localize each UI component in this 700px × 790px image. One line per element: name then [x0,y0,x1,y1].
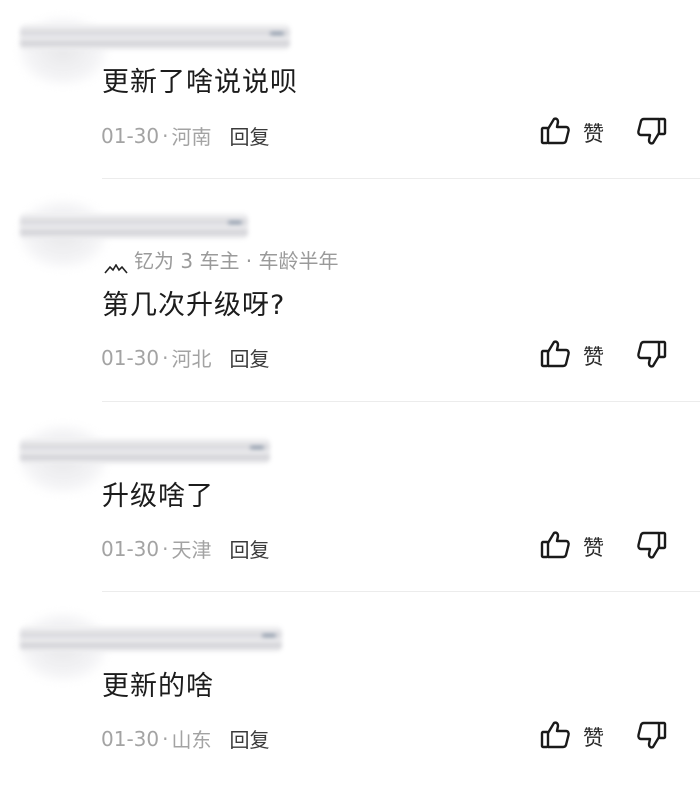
thumbs-down-icon [636,529,668,565]
thumbs-up-icon [539,338,571,374]
meta-separator: · [162,726,169,751]
comment-item: 升级啥了 01-30 · 天津 回复 赞 [0,402,700,592]
username-blurred[interactable] [20,626,282,652]
comment-location: 河北 [171,347,212,371]
comment-item: 钇为 3 车主 · 车龄半年 第几次升级呀? 01-30 · 河北 回复 赞 [0,179,700,402]
username-blurred[interactable] [20,24,290,50]
like-label: 赞 [583,345,604,369]
comment-text: 升级啥了 [102,481,214,512]
comment-text: 更新的啥 [102,671,214,702]
meta-separator: · [162,536,169,561]
comment-text: 更新了啥说说呗 [102,67,298,98]
reply-button[interactable]: 回复 [229,724,269,753]
thumbs-down-icon [636,338,668,374]
mountain-logo-icon [104,255,128,274]
dislike-button[interactable] [636,338,668,374]
like-button[interactable]: 赞 [539,338,604,374]
comment-location: 天津 [171,538,212,562]
thumbs-up-icon [539,115,571,151]
like-label: 赞 [583,726,604,750]
reply-button[interactable]: 回复 [229,534,269,563]
username-blurred[interactable] [20,213,248,239]
comment-meta: 01-30 · 山东 回复 [101,724,269,753]
dislike-button[interactable] [636,529,668,565]
comment-location: 河南 [171,125,212,149]
comment-meta: 01-30 · 河北 回复 [101,343,269,372]
comment-actions: 赞 [539,719,668,755]
dislike-button[interactable] [636,115,668,151]
comment-item: 更新的啥 01-30 · 山东 回复 赞 [0,592,700,790]
comment-date: 01-30 [101,536,160,561]
comment-meta: 01-30 · 天津 回复 [101,534,269,563]
comment-date: 01-30 [101,123,160,148]
comment-date: 01-30 [101,345,160,370]
comment-actions: 赞 [539,529,668,565]
username-blurred[interactable] [20,438,270,464]
like-label: 赞 [583,122,604,146]
like-button[interactable]: 赞 [539,529,604,565]
thumbs-up-icon [539,719,571,755]
reply-button[interactable]: 回复 [229,121,269,150]
meta-separator: · [162,345,169,370]
owner-badge: 钇为 3 车主 · 车龄半年 [104,245,339,274]
comment-item: 更新了啥说说呗 01-30 · 河南 回复 赞 [0,0,700,179]
dislike-button[interactable] [636,719,668,755]
owner-badge-text: 钇为 3 车主 · 车龄半年 [134,249,339,273]
comment-actions: 赞 [539,115,668,151]
thumbs-up-icon [539,529,571,565]
comment-location: 山东 [171,728,212,752]
comment-date: 01-30 [101,726,160,751]
thumbs-down-icon [636,115,668,151]
comment-meta: 01-30 · 河南 回复 [101,121,269,150]
like-label: 赞 [583,536,604,560]
reply-button[interactable]: 回复 [229,343,269,372]
comment-text: 第几次升级呀? [102,290,286,321]
thumbs-down-icon [636,719,668,755]
meta-separator: · [162,123,169,148]
like-button[interactable]: 赞 [539,115,604,151]
like-button[interactable]: 赞 [539,719,604,755]
comment-actions: 赞 [539,338,668,374]
